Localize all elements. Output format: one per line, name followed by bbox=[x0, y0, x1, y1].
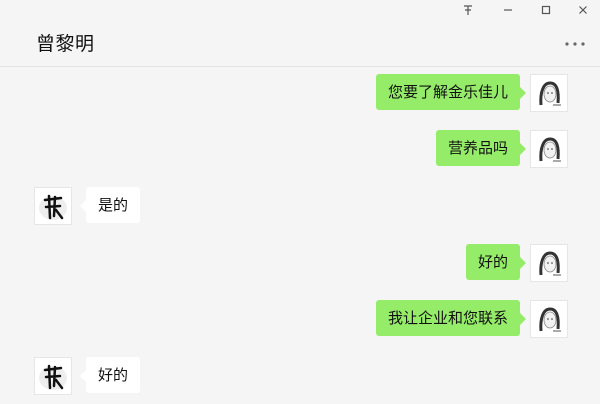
girl-avatar-icon bbox=[531, 131, 567, 167]
more-icon[interactable] bbox=[563, 37, 587, 51]
message-bubble[interactable]: 营养品吗 bbox=[435, 130, 527, 166]
my-avatar[interactable] bbox=[530, 300, 568, 338]
calligraphy-avatar-icon bbox=[35, 358, 71, 394]
message-bubble[interactable]: 是的 bbox=[79, 187, 141, 223]
close-icon[interactable] bbox=[572, 4, 594, 22]
girl-avatar-icon bbox=[531, 245, 567, 281]
my-avatar[interactable] bbox=[530, 130, 568, 168]
message-row: 您要了解金乐佳儿 bbox=[0, 74, 600, 112]
message-row: 营养品吗 bbox=[0, 130, 600, 168]
message-row: 我让企业和您联系 bbox=[0, 300, 600, 338]
message-bubble[interactable]: 好的 bbox=[465, 244, 527, 280]
message-bubble[interactable]: 我让企业和您联系 bbox=[375, 300, 527, 336]
pin-icon[interactable] bbox=[457, 4, 479, 22]
girl-avatar-icon bbox=[531, 75, 567, 111]
my-avatar[interactable] bbox=[530, 74, 568, 112]
minimize-icon[interactable] bbox=[497, 4, 519, 22]
girl-avatar-icon bbox=[531, 301, 567, 337]
message-row: 好的 bbox=[0, 357, 600, 395]
calligraphy-avatar-icon bbox=[35, 188, 71, 224]
message-bubble[interactable]: 好的 bbox=[79, 357, 141, 393]
message-row: 好的 bbox=[0, 244, 600, 282]
maximize-icon[interactable] bbox=[535, 4, 557, 22]
contact-avatar[interactable] bbox=[34, 357, 72, 395]
chat-title: 曾黎明 bbox=[36, 33, 95, 55]
message-row: 是的 bbox=[0, 187, 600, 225]
chat-header: 曾黎明 bbox=[0, 0, 600, 67]
contact-avatar[interactable] bbox=[34, 187, 72, 225]
message-bubble[interactable]: 您要了解金乐佳儿 bbox=[375, 74, 527, 110]
my-avatar[interactable] bbox=[530, 244, 568, 282]
